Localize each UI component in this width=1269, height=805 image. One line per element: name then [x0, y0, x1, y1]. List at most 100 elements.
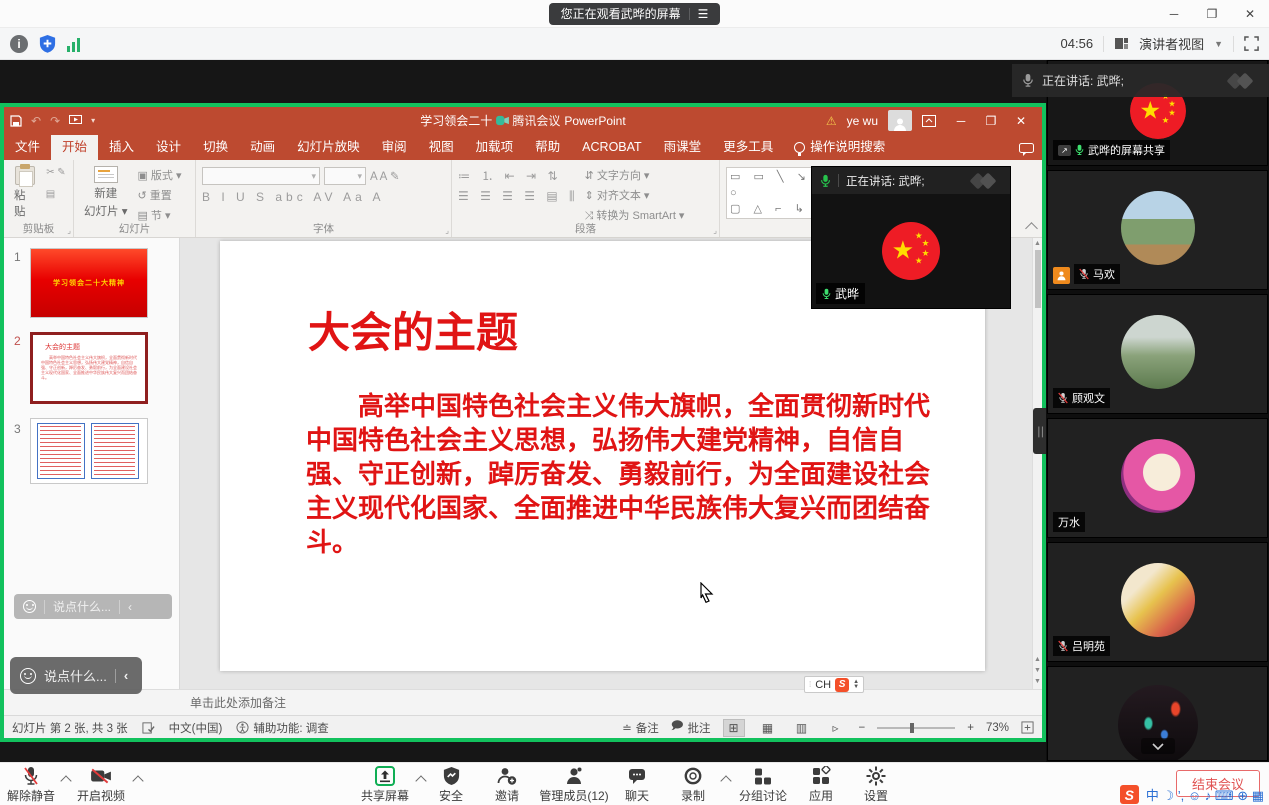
- viewing-banner[interactable]: 您正在观看武晔的屏幕 ☰: [549, 3, 721, 25]
- ppt-close-button[interactable]: ✕: [1006, 114, 1036, 128]
- tab-animations[interactable]: 动画: [239, 135, 286, 160]
- settings-button[interactable]: 设置: [850, 766, 902, 804]
- fit-slide-icon[interactable]: [1021, 721, 1034, 734]
- tray-icons[interactable]: 中 ☽ ’, ☺ ♪ ⌨ ⊕ ▦: [1146, 785, 1264, 804]
- tab-slideshow[interactable]: 幻灯片放映: [286, 135, 371, 160]
- sogou-icon[interactable]: S: [835, 678, 849, 692]
- new-slide-button[interactable]: 新建 幻灯片 ▾: [80, 164, 131, 221]
- tab-more-tools[interactable]: 更多工具: [712, 135, 784, 160]
- apps-button[interactable]: 应用: [796, 766, 846, 804]
- tab-design[interactable]: 设计: [145, 135, 192, 160]
- reading-view-button[interactable]: ▥: [791, 719, 813, 737]
- comments-toggle[interactable]: 🗩 批注: [671, 718, 711, 737]
- slide-body-text[interactable]: 高举中国特色社会主义伟大旗帜，全面贯彻新时代中国特色社会主义思想，弘扬伟大建党精…: [306, 389, 938, 559]
- collapse-participants-icon[interactable]: [1141, 738, 1175, 754]
- chat-input-placeholder[interactable]: 说点什么...: [53, 598, 111, 615]
- record-options-caret[interactable]: [720, 775, 731, 786]
- paragraph-dialog-launcher[interactable]: ⌟: [713, 226, 717, 235]
- canvas-scrollbar[interactable]: ▲ ▲ ▼ ▼: [1032, 238, 1042, 689]
- view-mode-caret-icon[interactable]: ▼: [1214, 39, 1223, 49]
- font-dialog-launcher[interactable]: ⌟: [445, 226, 449, 235]
- ime-spinner-icon[interactable]: ▲▼: [853, 680, 859, 690]
- slide-sorter-view-button[interactable]: ▦: [757, 719, 779, 737]
- tab-review[interactable]: 审阅: [371, 135, 418, 160]
- share-options-caret[interactable]: [415, 775, 426, 786]
- font-style-buttons[interactable]: B I U S abc AV Aa A: [202, 190, 385, 204]
- slideshow-icon[interactable]: [69, 115, 82, 126]
- meeting-info-icon[interactable]: i: [10, 35, 28, 53]
- sogou-input-icon[interactable]: S: [1120, 785, 1139, 804]
- participant-tile[interactable]: 顾观文: [1047, 294, 1268, 414]
- scroll-thumb[interactable]: [1035, 250, 1041, 308]
- start-video-button[interactable]: 开启视频: [72, 766, 130, 804]
- clipboard-dialog-launcher[interactable]: ⌟: [67, 226, 71, 235]
- zoom-slider-thumb[interactable]: [910, 723, 914, 733]
- tab-transitions[interactable]: 切换: [192, 135, 239, 160]
- participant-tile[interactable]: 马欢: [1047, 170, 1268, 290]
- chat-button[interactable]: 聊天: [612, 766, 662, 804]
- video-options-caret[interactable]: [132, 775, 143, 786]
- banner-menu-icon[interactable]: ☰: [698, 7, 709, 21]
- tab-file[interactable]: 文件: [4, 135, 51, 160]
- slide-title[interactable]: 大会的主题: [308, 299, 518, 360]
- security-button[interactable]: 安全: [426, 766, 476, 804]
- slide-thumbnail-2[interactable]: 大会的主题 高举中国特色社会主义伟大旗帜，全面贯彻新时代中国特色社会主义思想，弘…: [30, 332, 148, 404]
- qat-customize-icon[interactable]: ▾: [91, 116, 95, 125]
- chat-input-placeholder[interactable]: 说点什么...: [44, 666, 107, 685]
- ppt-restore-button[interactable]: ❐: [976, 114, 1006, 128]
- save-icon[interactable]: [10, 115, 22, 127]
- text-direction-button[interactable]: ⇵ 文字方向 ▾: [585, 167, 685, 183]
- align-text-button[interactable]: ⇕ 对齐文本 ▾: [585, 187, 685, 203]
- slide-thumbnail-1[interactable]: 学习领会二十大精神: [30, 248, 148, 318]
- redo-icon[interactable]: ↷: [50, 114, 60, 128]
- maximize-button[interactable]: ❐: [1193, 0, 1231, 28]
- breakout-rooms-button[interactable]: 分组讨论: [732, 766, 794, 804]
- tab-help[interactable]: 帮助: [524, 135, 571, 160]
- zoom-level[interactable]: 73%: [986, 722, 1009, 734]
- slideshow-view-button[interactable]: ▹: [825, 719, 847, 737]
- ppt-minimize-button[interactable]: ─: [946, 114, 976, 128]
- account-name[interactable]: ye wu: [847, 114, 878, 128]
- next-slide-icon[interactable]: ▼: [1034, 667, 1041, 674]
- participant-tile[interactable]: 吕明苑: [1047, 542, 1268, 662]
- cut-copy-painter-icons[interactable]: ✂ ▤ ✎: [45, 167, 67, 221]
- emoji-icon[interactable]: [20, 668, 36, 684]
- comments-panel-icon[interactable]: [1019, 143, 1034, 156]
- collapse-ribbon-icon[interactable]: [1025, 222, 1038, 235]
- normal-view-button[interactable]: ⊞: [723, 719, 745, 737]
- chat-quick-bubble[interactable]: 说点什么... ‹: [10, 657, 142, 694]
- language-status[interactable]: 中文(中国): [169, 720, 223, 736]
- layout-button[interactable]: ▣ 版式 ▾: [137, 167, 181, 183]
- emoji-icon[interactable]: [23, 600, 36, 613]
- invite-button[interactable]: 邀请: [482, 766, 532, 804]
- tab-view[interactable]: 视图: [418, 135, 465, 160]
- view-mode-selector[interactable]: 演讲者视图: [1139, 34, 1204, 53]
- sidebar-resize-handle[interactable]: ∣∣: [1033, 408, 1046, 454]
- manage-members-button[interactable]: 管理成员(12): [531, 766, 617, 804]
- close-button[interactable]: ✕: [1231, 0, 1269, 28]
- slide-thumbnail-3[interactable]: [30, 418, 148, 484]
- participant-tile[interactable]: [1047, 666, 1268, 761]
- shield-protect-icon[interactable]: [38, 34, 57, 53]
- slide-thumbnail-panel[interactable]: 1 学习领会二十大精神 2 大会的主题 高举中国特色社会主义伟大旗帜，全面贯彻新…: [4, 238, 180, 689]
- accessibility-status[interactable]: 辅助功能: 调查: [236, 720, 328, 736]
- scroll-up-icon[interactable]: ▲: [1034, 240, 1041, 247]
- participant-tile[interactable]: 万水: [1047, 418, 1268, 538]
- font-grow-shrink-icons[interactable]: A A ✎: [370, 169, 399, 183]
- floating-speaker-window[interactable]: 正在讲话: 武晔; ★ ★ ★ ★ ★ 武晔: [812, 167, 1010, 308]
- list-indent-buttons[interactable]: ≔ ⒈ ⇤ ⇥ ⇅: [458, 167, 579, 184]
- notes-pane[interactable]: 单击此处添加备注 ⁞ CH S ▲▼: [4, 689, 1042, 715]
- tab-acrobat[interactable]: ACROBAT: [571, 135, 653, 160]
- notes-placeholder[interactable]: 单击此处添加备注: [190, 694, 286, 711]
- unmute-button[interactable]: 解除静音: [2, 766, 60, 804]
- minimize-button[interactable]: ─: [1155, 0, 1193, 28]
- notes-toggle[interactable]: ≐ 备注: [622, 720, 659, 736]
- zoom-out-button[interactable]: −: [859, 722, 866, 734]
- scroll-down-icon[interactable]: ▼: [1034, 678, 1041, 685]
- tab-home[interactable]: 开始: [51, 135, 98, 160]
- previous-slide-icon[interactable]: ▲: [1034, 656, 1041, 663]
- tell-me-search[interactable]: 操作说明搜索: [784, 135, 895, 160]
- paste-button[interactable]: 粘贴: [10, 164, 39, 221]
- ime-indicator[interactable]: ⁞ CH S ▲▼: [804, 676, 864, 693]
- fullscreen-icon[interactable]: [1244, 36, 1259, 51]
